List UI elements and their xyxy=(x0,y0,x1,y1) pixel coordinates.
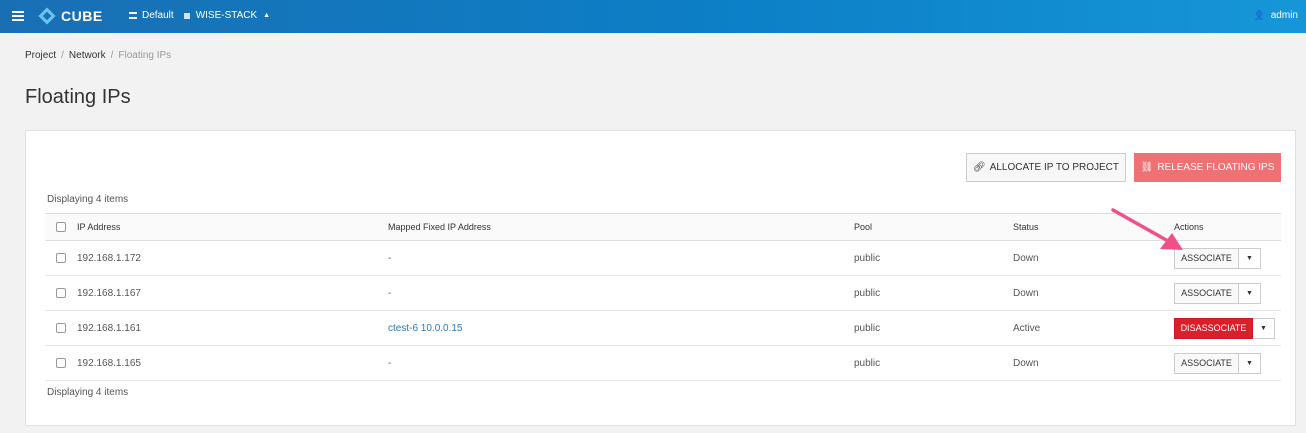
row-actions: ASSOCIATE ▼ xyxy=(1174,247,1261,269)
page-title: Floating IPs xyxy=(25,86,131,108)
associate-button[interactable]: ASSOCIATE xyxy=(1174,247,1239,269)
menu-icon[interactable] xyxy=(12,11,24,21)
cube-logo-icon xyxy=(38,7,56,25)
ip-address-cell: 192.168.1.165 xyxy=(77,345,388,381)
pool-cell: public xyxy=(854,240,1013,276)
project-selector[interactable]: Default WISE-STACK ▲ xyxy=(129,10,270,21)
ip-address-cell: 192.168.1.172 xyxy=(77,240,388,276)
table-row: 192.168.1.167 - public Down ASSOCIATE ▼ xyxy=(45,275,1281,311)
select-all-checkbox[interactable] xyxy=(56,222,66,233)
floating-ips-table: IP Address Mapped Fixed IP Address Pool … xyxy=(45,213,1281,381)
user-name: admin xyxy=(1270,10,1298,21)
caret-down-icon[interactable]: ▼ xyxy=(1239,352,1261,374)
item-count-top: Displaying 4 items xyxy=(47,194,129,205)
breadcrumb-project[interactable]: Project xyxy=(25,50,56,61)
header-pool[interactable]: Pool xyxy=(854,213,1013,241)
pool-cell: public xyxy=(854,310,1013,346)
header-ip-address[interactable]: IP Address xyxy=(77,213,388,241)
table-header-row: IP Address Mapped Fixed IP Address Pool … xyxy=(45,213,1281,241)
mapped-ip-cell: - xyxy=(388,275,854,311)
caret-down-icon[interactable]: ▼ xyxy=(1239,247,1261,269)
logo-text: CUBE xyxy=(61,8,103,24)
logo[interactable]: CUBE xyxy=(38,7,103,25)
row-checkbox[interactable] xyxy=(56,252,66,263)
header-status[interactable]: Status xyxy=(1013,213,1174,241)
domain-icon xyxy=(129,12,137,19)
header-actions: Actions xyxy=(1174,213,1281,241)
ip-address-cell: 192.168.1.167 xyxy=(77,275,388,311)
table-row: 192.168.1.161 ctest-6 10.0.0.15 public A… xyxy=(45,310,1281,346)
mapped-ip-cell: - xyxy=(388,240,854,276)
user-icon: 👤 xyxy=(1253,10,1265,20)
row-checkbox[interactable] xyxy=(56,322,66,333)
allocate-ip-label: ALLOCATE IP TO PROJECT xyxy=(989,162,1119,173)
caret-down-icon[interactable]: ▼ xyxy=(1239,282,1261,304)
caret-down-icon[interactable]: ▼ xyxy=(1253,317,1275,339)
disassociate-button[interactable]: DISASSOCIATE xyxy=(1174,317,1253,339)
item-count-bottom: Displaying 4 items xyxy=(47,387,129,398)
header-mapped-fixed-ip[interactable]: Mapped Fixed IP Address xyxy=(388,213,854,241)
status-cell: Active xyxy=(1013,310,1174,346)
pool-cell: public xyxy=(854,345,1013,381)
associate-button[interactable]: ASSOCIATE xyxy=(1174,282,1239,304)
status-cell: Down xyxy=(1013,240,1174,276)
release-floating-ips-button[interactable]: ⛓︎ RELEASE FLOATING IPS xyxy=(1134,153,1281,182)
project-icon xyxy=(183,12,190,19)
domain-name: Default xyxy=(142,10,174,21)
project-name: WISE-STACK xyxy=(195,10,258,21)
table-row: 192.168.1.172 - public Down ASSOCIATE ▼ xyxy=(45,240,1281,276)
row-actions: ASSOCIATE ▼ xyxy=(1174,282,1261,304)
ip-address-cell: 192.168.1.161 xyxy=(77,310,388,346)
breadcrumb-network[interactable]: Network xyxy=(69,50,106,61)
user-menu[interactable]: 👤 admin xyxy=(1254,10,1298,21)
associate-button[interactable]: ASSOCIATE xyxy=(1174,352,1239,374)
row-checkbox[interactable] xyxy=(56,287,66,298)
breadcrumb: Project / Network / Floating IPs xyxy=(25,50,172,61)
table-row: 192.168.1.165 - public Down ASSOCIATE ▼ xyxy=(45,345,1281,381)
row-actions: DISASSOCIATE ▼ xyxy=(1174,317,1275,339)
top-bar: CUBE Default WISE-STACK ▲ 👤 admin xyxy=(0,0,1306,33)
row-actions: ASSOCIATE ▼ xyxy=(1174,352,1261,374)
link-icon: 🔗︎ xyxy=(973,162,986,173)
unlink-icon: ⛓︎ xyxy=(1140,162,1154,173)
status-cell: Down xyxy=(1013,275,1174,311)
allocate-ip-button[interactable]: 🔗︎ ALLOCATE IP TO PROJECT xyxy=(966,153,1126,182)
breadcrumb-current: Floating IPs xyxy=(118,50,172,61)
floating-ips-panel: 🔗︎ ALLOCATE IP TO PROJECT ⛓︎ RELEASE FLO… xyxy=(25,130,1296,426)
caret-up-icon: ▲ xyxy=(263,12,271,19)
row-checkbox[interactable] xyxy=(56,357,66,368)
pool-cell: public xyxy=(854,275,1013,311)
mapped-ip-link[interactable]: ctest-6 10.0.0.15 xyxy=(388,323,463,334)
release-floating-ips-label: RELEASE FLOATING IPS xyxy=(1157,162,1275,173)
status-cell: Down xyxy=(1013,345,1174,381)
mapped-ip-cell: - xyxy=(388,345,854,381)
